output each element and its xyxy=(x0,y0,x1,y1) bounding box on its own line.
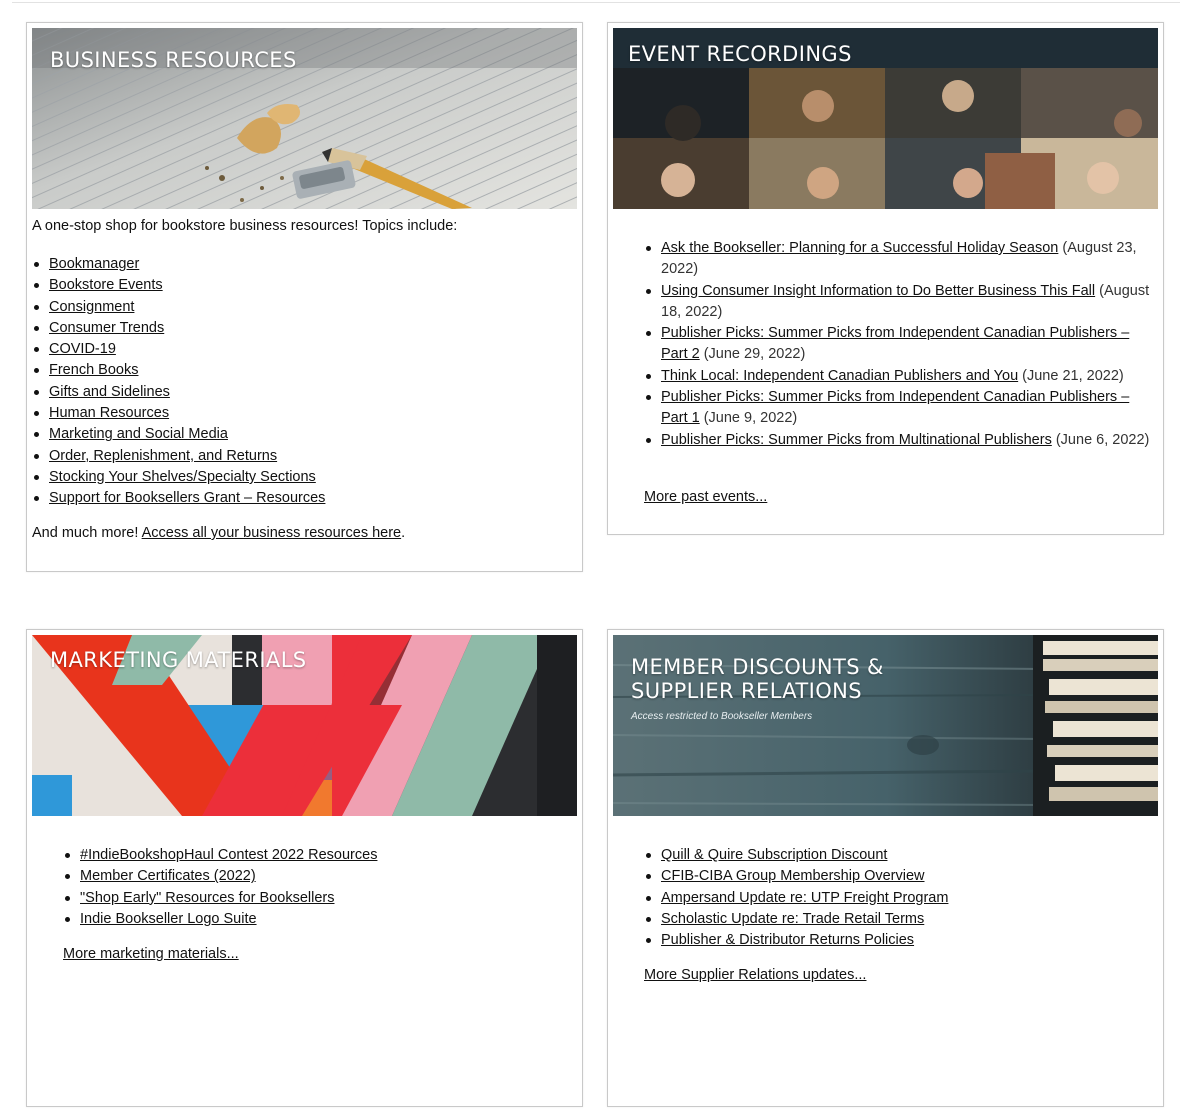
event-recordings-card: EVENT RECORDINGS Ask the Bookseller: Pla… xyxy=(607,22,1164,535)
list-item: Indie Bookseller Logo Suite xyxy=(63,909,377,930)
list-item: Member Certificates (2022) xyxy=(63,866,377,887)
list-item: Using Consumer Insight Information to Do… xyxy=(644,281,1154,324)
event-recordings-title: EVENT RECORDINGS xyxy=(628,42,852,66)
business-resources-card: BUSINESS RESOURCES A one-stop shop for b… xyxy=(26,22,583,572)
marketing-link[interactable]: "Shop Early" Resources for Booksellers xyxy=(80,890,335,906)
member-discounts-banner[interactable]: MEMBER DISCOUNTS & SUPPLIER RELATIONS Ac… xyxy=(613,635,1158,816)
list-item: Publisher Picks: Summer Picks from Multi… xyxy=(644,430,1154,451)
more-supplier-relations-link[interactable]: More Supplier Relations updates... xyxy=(644,967,866,983)
list-item: Bookstore Events xyxy=(32,275,325,296)
member-discounts-card: MEMBER DISCOUNTS & SUPPLIER RELATIONS Ac… xyxy=(607,629,1164,1107)
marketing-link[interactable]: Member Certificates (2022) xyxy=(80,868,256,884)
member-discounts-title-line1: MEMBER DISCOUNTS & xyxy=(631,655,884,679)
member-discounts-list: Quill & Quire Subscription Discount CFIB… xyxy=(644,845,948,951)
member-link[interactable]: Publisher & Distributor Returns Policies xyxy=(661,932,914,948)
list-item: Gifts and Sidelines xyxy=(32,382,325,403)
event-date: (June 6, 2022) xyxy=(1051,431,1150,448)
list-item: Stocking Your Shelves/Specialty Sections xyxy=(32,467,325,488)
list-item: Ampersand Update re: UTP Freight Program xyxy=(644,888,948,909)
member-link[interactable]: Scholastic Update re: Trade Retail Terms xyxy=(661,911,924,927)
list-item: Order, Replenishment, and Returns xyxy=(32,446,325,467)
list-item: Quill & Quire Subscription Discount xyxy=(644,845,948,866)
business-resources-title: BUSINESS RESOURCES xyxy=(50,48,297,72)
event-recordings-banner[interactable]: EVENT RECORDINGS xyxy=(613,28,1158,209)
topic-link[interactable]: Marketing and Social Media xyxy=(49,426,228,442)
outro-text: And much more! xyxy=(32,525,142,541)
access-resources-link[interactable]: Access all your business resources here xyxy=(142,525,402,541)
topic-link[interactable]: Consumer Trends xyxy=(49,320,164,336)
outro-suffix: . xyxy=(401,525,406,541)
event-link[interactable]: Think Local: Independent Canadian Publis… xyxy=(661,368,1018,384)
topic-link[interactable]: Bookstore Events xyxy=(49,277,163,293)
marketing-materials-list: #IndieBookshopHaul Contest 2022 Resource… xyxy=(63,845,377,930)
topic-link[interactable]: Order, Replenishment, and Returns xyxy=(49,448,277,464)
list-item: Publisher Picks: Summer Picks from Indep… xyxy=(644,323,1154,366)
topic-link[interactable]: Support for Booksellers Grant – Resource… xyxy=(49,490,325,506)
member-discounts-subtitle: Access restricted to Bookseller Members xyxy=(631,711,813,722)
member-link[interactable]: CFIB-CIBA Group Membership Overview xyxy=(661,868,925,884)
member-discounts-title-line2: SUPPLIER RELATIONS xyxy=(631,679,863,703)
topic-link[interactable]: Consignment xyxy=(49,299,134,315)
marketing-materials-title: MARKETING MATERIALS xyxy=(50,648,307,672)
member-link[interactable]: Ampersand Update re: UTP Freight Program xyxy=(661,890,948,906)
event-recordings-list: Ask the Bookseller: Planning for a Succe… xyxy=(644,238,1154,451)
list-item: Bookmanager xyxy=(32,254,325,275)
list-item: COVID-19 xyxy=(32,339,325,360)
marketing-link[interactable]: Indie Bookseller Logo Suite xyxy=(80,911,257,927)
topic-link[interactable]: COVID-19 xyxy=(49,341,116,357)
event-date: (June 21, 2022) xyxy=(1018,367,1124,384)
business-resources-outro: And much more! Access all your business … xyxy=(32,525,405,541)
list-item: Publisher & Distributor Returns Policies xyxy=(644,930,948,951)
list-item: Publisher Picks: Summer Picks from Indep… xyxy=(644,387,1154,430)
business-resources-banner[interactable]: BUSINESS RESOURCES xyxy=(32,28,577,209)
marketing-link[interactable]: #IndieBookshopHaul Contest 2022 Resource… xyxy=(80,847,377,863)
member-link[interactable]: Quill & Quire Subscription Discount xyxy=(661,847,887,863)
business-topics-list: Bookmanager Bookstore Events Consignment… xyxy=(32,254,325,510)
topic-link[interactable]: French Books xyxy=(49,362,138,378)
list-item: French Books xyxy=(32,360,325,381)
list-item: Consignment xyxy=(32,297,325,318)
list-item: CFIB-CIBA Group Membership Overview xyxy=(644,866,948,887)
event-link[interactable]: Using Consumer Insight Information to Do… xyxy=(661,283,1095,299)
list-item: Think Local: Independent Canadian Publis… xyxy=(644,366,1154,387)
list-item: #IndieBookshopHaul Contest 2022 Resource… xyxy=(63,845,377,866)
list-item: Consumer Trends xyxy=(32,318,325,339)
list-item: Support for Booksellers Grant – Resource… xyxy=(32,488,325,509)
list-item: Ask the Bookseller: Planning for a Succe… xyxy=(644,238,1154,281)
list-item: Marketing and Social Media xyxy=(32,424,325,445)
marketing-materials-banner[interactable]: MARKETING MATERIALS xyxy=(32,635,577,816)
event-link[interactable]: Ask the Bookseller: Planning for a Succe… xyxy=(661,240,1058,256)
list-item: Human Resources xyxy=(32,403,325,424)
more-marketing-materials-link[interactable]: More marketing materials... xyxy=(63,946,239,962)
event-date: (June 29, 2022) xyxy=(699,346,806,363)
list-item: "Shop Early" Resources for Booksellers xyxy=(63,888,377,909)
event-date: (June 9, 2022) xyxy=(699,410,798,427)
marketing-materials-card: MARKETING MATERIALS #IndieBookshopHaul C… xyxy=(26,629,583,1107)
more-past-events-link[interactable]: More past events... xyxy=(644,489,767,505)
business-resources-intro: A one-stop shop for bookstore business r… xyxy=(32,218,458,234)
topic-link[interactable]: Human Resources xyxy=(49,405,169,421)
topic-link[interactable]: Gifts and Sidelines xyxy=(49,384,170,400)
topic-link[interactable]: Stocking Your Shelves/Specialty Sections xyxy=(49,469,316,485)
topic-link[interactable]: Bookmanager xyxy=(49,256,139,272)
top-divider xyxy=(12,2,1180,3)
list-item: Scholastic Update re: Trade Retail Terms xyxy=(644,909,948,930)
event-link[interactable]: Publisher Picks: Summer Picks from Multi… xyxy=(661,432,1052,448)
